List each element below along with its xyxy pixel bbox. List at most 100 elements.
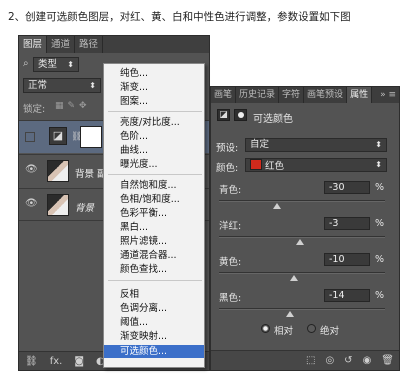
view-previous-icon[interactable]: ◎ bbox=[325, 355, 334, 366]
chevron-updown-icon: ⬍ bbox=[89, 81, 96, 90]
slider-label: 青色: bbox=[219, 185, 242, 196]
menu-item-levels[interactable]: 色阶... bbox=[104, 130, 204, 143]
slider-yellow: 黄色: -10 % bbox=[211, 247, 399, 283]
layer-filter-label: 类型 bbox=[38, 59, 58, 70]
menu-item-vibrance[interactable]: 自然饱和度... bbox=[104, 179, 204, 192]
preset-value: 自定 bbox=[250, 139, 270, 150]
menu-item-gradient-map[interactable]: 渐变映射... bbox=[104, 330, 204, 343]
slider-track[interactable] bbox=[219, 236, 385, 238]
tab-layers[interactable]: 图层 bbox=[19, 36, 48, 53]
menu-item-photo-filter[interactable]: 照片滤镜... bbox=[104, 235, 204, 248]
mask-icon[interactable] bbox=[234, 109, 247, 121]
fx-icon[interactable]: fx. bbox=[50, 356, 63, 367]
tab-properties[interactable]: 属性 bbox=[347, 87, 373, 103]
menu-item-threshold[interactable]: 阈值... bbox=[104, 316, 204, 329]
layer-filter-select[interactable]: 类型 ⬍ bbox=[33, 57, 79, 72]
panel-menu-icon[interactable]: » ≡ bbox=[377, 87, 399, 103]
layers-panel-tabs: 图层 通道 路径 bbox=[19, 36, 209, 53]
lock-icons[interactable]: ▦✎✥ bbox=[55, 101, 91, 111]
menu-divider bbox=[108, 280, 202, 281]
radio-relative[interactable] bbox=[261, 324, 270, 333]
eye-icon[interactable]: 👁 bbox=[25, 165, 38, 175]
slider-value-input[interactable]: -3 bbox=[324, 217, 370, 230]
menu-item-pattern[interactable]: 图案... bbox=[104, 95, 204, 108]
link-icon[interactable]: ⛓ bbox=[25, 356, 38, 367]
chevron-updown-icon: ⬍ bbox=[375, 160, 382, 169]
menu-item-brightness-contrast[interactable]: 亮度/对比度... bbox=[104, 116, 204, 129]
properties-title: 可选颜色 bbox=[253, 114, 293, 125]
menu-item-selective-color[interactable]: 可选颜色... bbox=[104, 345, 204, 358]
slider-value-input[interactable]: -10 bbox=[324, 253, 370, 266]
tab-brush-presets[interactable]: 画笔预设 bbox=[304, 87, 348, 103]
properties-panel-tabs: 画笔 历史记录 字符 画笔预设 属性 » ≡ bbox=[211, 87, 399, 103]
visibility-toggle[interactable] bbox=[25, 132, 35, 142]
colors-value: 红色 bbox=[265, 161, 285, 172]
slider-cyan: 青色: -30 % bbox=[211, 175, 399, 211]
slider-label: 黑色: bbox=[219, 293, 242, 304]
slider-track[interactable] bbox=[219, 308, 385, 310]
radio-absolute-label: 绝对 bbox=[320, 326, 340, 337]
slider-handle[interactable] bbox=[295, 239, 304, 245]
tab-brush[interactable]: 画笔 bbox=[211, 87, 237, 103]
reset-icon[interactable]: ↺ bbox=[344, 355, 352, 366]
menu-item-posterize[interactable]: 色调分离... bbox=[104, 302, 204, 315]
menu-item-gradient[interactable]: 渐变... bbox=[104, 81, 204, 94]
clip-to-layer-icon[interactable]: ⬚ bbox=[306, 355, 315, 366]
menu-item-curves[interactable]: 曲线... bbox=[104, 144, 204, 157]
blend-mode-value: 正常 bbox=[28, 80, 48, 91]
menu-item-black-white[interactable]: 黑白... bbox=[104, 221, 204, 234]
slider-handle[interactable] bbox=[289, 275, 298, 281]
slider-magenta: 洋红: -3 % bbox=[211, 211, 399, 247]
lock-label: 锁定: bbox=[23, 104, 46, 115]
slider-track[interactable] bbox=[219, 272, 385, 274]
color-swatch bbox=[250, 159, 262, 170]
tab-history[interactable]: 历史记录 bbox=[236, 87, 280, 103]
slider-black: 黑色: -14 % bbox=[211, 283, 399, 319]
menu-item-color-lookup[interactable]: 颜色查找... bbox=[104, 263, 204, 276]
radio-relative-label: 相对 bbox=[274, 326, 294, 337]
layer-mask-thumbnail[interactable] bbox=[80, 126, 102, 148]
slider-unit: % bbox=[375, 290, 385, 301]
slider-unit: % bbox=[375, 254, 385, 265]
slider-unit: % bbox=[375, 182, 385, 193]
selective-color-icon: ◪ bbox=[49, 127, 67, 145]
slider-label: 黄色: bbox=[219, 257, 242, 268]
visibility-icon[interactable]: ◉ bbox=[363, 355, 372, 366]
adjustment-layer-menu: 纯色... 渐变... 图案... 亮度/对比度... 色阶... 曲线... … bbox=[103, 63, 205, 368]
preset-select[interactable]: 自定 ⬍ bbox=[245, 138, 387, 152]
eye-icon[interactable]: 👁 bbox=[25, 199, 38, 209]
menu-divider bbox=[108, 174, 202, 175]
slider-unit: % bbox=[375, 218, 385, 229]
layer-name: 背景 bbox=[75, 203, 95, 214]
mask-icon[interactable]: ◙ bbox=[74, 356, 84, 367]
menu-item-invert[interactable]: 反相 bbox=[104, 288, 204, 301]
colors-label: 颜色: bbox=[216, 163, 239, 174]
chevron-updown-icon: ⬍ bbox=[375, 140, 382, 149]
menu-divider bbox=[108, 111, 202, 112]
slider-value-input[interactable]: -14 bbox=[324, 289, 370, 302]
tab-paths[interactable]: 路径 bbox=[75, 36, 104, 53]
slider-label: 洋红: bbox=[219, 221, 242, 232]
slider-value-input[interactable]: -30 bbox=[324, 181, 370, 194]
slider-handle[interactable] bbox=[273, 203, 282, 209]
slider-track[interactable] bbox=[219, 200, 385, 202]
menu-item-color-balance[interactable]: 色彩平衡... bbox=[104, 207, 204, 220]
radio-absolute[interactable] bbox=[307, 324, 316, 333]
colors-select[interactable]: 红色 ⬍ bbox=[245, 158, 387, 172]
blend-mode-select[interactable]: 正常 ⬍ bbox=[23, 78, 101, 93]
search-icon: ⌕ bbox=[23, 58, 29, 69]
layer-thumbnail bbox=[47, 160, 69, 182]
trash-icon[interactable]: 🗑 bbox=[381, 355, 394, 366]
tab-character[interactable]: 字符 bbox=[279, 87, 305, 103]
properties-panel-footer: ⬚ ◎ ↺ ◉ 🗑 bbox=[211, 350, 399, 370]
menu-item-exposure[interactable]: 曝光度... bbox=[104, 158, 204, 171]
preset-label: 预设: bbox=[216, 143, 239, 154]
menu-item-solid-color[interactable]: 纯色... bbox=[104, 67, 204, 80]
selective-color-icon: ◪ bbox=[217, 109, 230, 121]
tab-channels[interactable]: 通道 bbox=[47, 36, 76, 53]
slider-handle[interactable] bbox=[286, 311, 295, 317]
layer-thumbnail bbox=[47, 194, 69, 216]
menu-item-channel-mixer[interactable]: 通道混合器... bbox=[104, 249, 204, 262]
menu-item-hue-saturation[interactable]: 色相/饱和度... bbox=[104, 193, 204, 206]
chevron-updown-icon: ⬍ bbox=[67, 60, 74, 69]
